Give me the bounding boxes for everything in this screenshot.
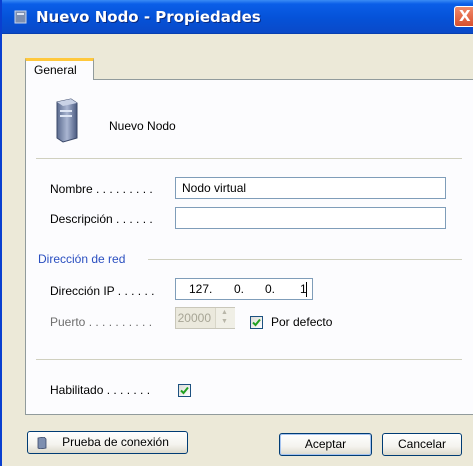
tab-general-label: General (34, 63, 77, 77)
accept-label: Aceptar (304, 437, 347, 451)
por-defecto-checkbox[interactable] (250, 316, 263, 329)
descripcion-label: Descripción . . . . . . (50, 212, 153, 226)
divider (36, 158, 462, 159)
close-icon: X (459, 7, 471, 25)
ip-address-input[interactable]: 127. 0. 0. 1 (175, 278, 313, 300)
accept-button[interactable]: Aceptar (279, 433, 372, 456)
checkmark-icon (252, 318, 261, 327)
descripcion-input[interactable] (175, 207, 446, 229)
por-defecto-label[interactable]: Por defecto (271, 315, 332, 329)
network-section-divider (148, 259, 462, 260)
node-name: Nuevo Nodo (109, 119, 176, 133)
divider (36, 359, 462, 360)
general-panel (25, 79, 473, 415)
test-connection-button[interactable]: Prueba de conexión (27, 431, 188, 454)
app-icon (14, 10, 27, 24)
habilitado-label: Habilitado . . . . . . . (50, 383, 151, 397)
title-bar[interactable]: Nuevo Nodo - Propiedades X (2, 0, 473, 34)
port-label: Puerto . . . . . . . . . . (50, 315, 153, 329)
server-icon (37, 437, 47, 449)
ip-octet-2[interactable]: 0. (234, 282, 244, 296)
network-section-title: Dirección de red (38, 252, 126, 266)
cancel-button[interactable]: Cancelar (382, 433, 462, 456)
properties-dialog: Nuevo Nodo - Propiedades X General Nuevo… (0, 0, 473, 466)
ip-octet-1[interactable]: 127. (189, 282, 212, 296)
habilitado-checkbox[interactable] (178, 384, 191, 397)
nombre-label: Nombre . . . . . . . . . (50, 182, 153, 196)
test-connection-label: Prueba de conexión (62, 435, 169, 449)
close-button[interactable]: X (454, 6, 473, 27)
port-spin-buttons[interactable]: ▲ ▼ (215, 308, 235, 328)
port-value: 20000 (177, 311, 211, 325)
server-node-icon (56, 98, 78, 143)
window-title: Nuevo Nodo - Propiedades (36, 8, 261, 26)
spin-up-icon[interactable]: ▲ (221, 309, 228, 316)
ip-label: Dirección IP . . . . . . (50, 284, 155, 298)
text-caret (306, 282, 307, 297)
spin-down-icon[interactable]: ▼ (221, 318, 228, 325)
cancel-label: Cancelar (397, 437, 447, 451)
checkmark-icon (180, 386, 189, 395)
nombre-input[interactable] (175, 177, 446, 199)
tab-general[interactable]: General (25, 58, 94, 80)
ip-octet-3[interactable]: 0. (265, 282, 275, 296)
